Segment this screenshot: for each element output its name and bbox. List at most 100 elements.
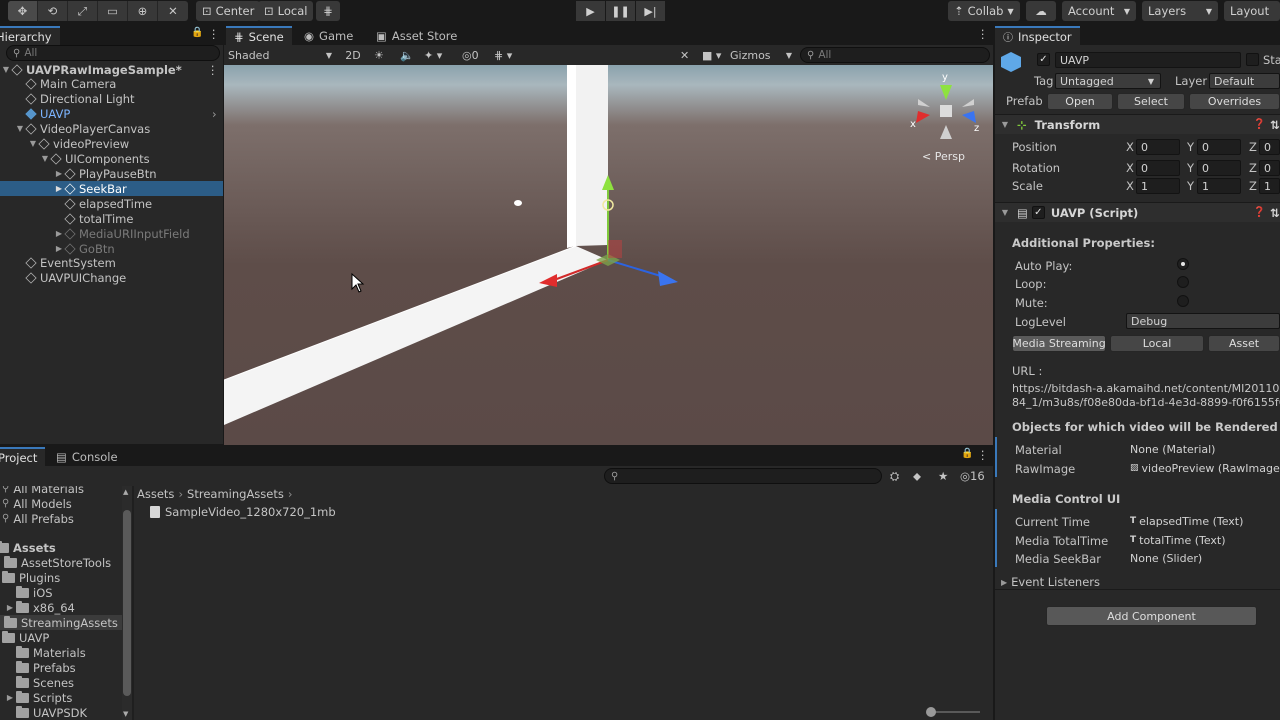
- help-icon[interactable]: ❓: [1253, 119, 1265, 130]
- scroll-up-icon[interactable]: ▲: [123, 488, 128, 496]
- rect-tool-icon[interactable]: ▭: [98, 1, 128, 21]
- tab-inspector[interactable]: ⓘ Inspector: [995, 26, 1080, 45]
- folder-scenes[interactable]: Scenes: [16, 675, 74, 690]
- hierarchy-item-videopreview[interactable]: ▼ videoPreview: [0, 136, 223, 151]
- auto-play-toggle[interactable]: [1177, 258, 1189, 270]
- project-search-input[interactable]: ⚲: [604, 468, 882, 484]
- folder-x86-64[interactable]: ▶ x86_64: [4, 600, 75, 615]
- chevron-right-icon[interactable]: ›: [212, 107, 217, 121]
- prefab-select-button[interactable]: Select: [1117, 93, 1185, 110]
- hierarchy-item-gobtn[interactable]: ▶ GoBtn: [0, 241, 223, 256]
- folder-uavp[interactable]: UAVP: [2, 630, 49, 645]
- loop-toggle[interactable]: [1177, 276, 1189, 288]
- help-icon[interactable]: ❓: [1253, 207, 1265, 218]
- hierarchy-item-seekbar[interactable]: ▶ SeekBar: [0, 181, 223, 196]
- grid-dropdown-icon[interactable]: ⋕ ▾: [494, 46, 512, 64]
- breadcrumb-streamingassets[interactable]: StreamingAssets: [187, 487, 284, 501]
- tab-asset[interactable]: Asset: [1208, 335, 1280, 352]
- settings-icon[interactable]: ⇅: [1270, 206, 1280, 220]
- layers-dropdown[interactable]: Layers ▼: [1142, 1, 1218, 21]
- prefab-open-button[interactable]: Open: [1047, 93, 1113, 110]
- gizmo-z-cone[interactable]: [962, 111, 976, 123]
- favorite-all-prefabs[interactable]: ⚲ All Prefabs: [2, 511, 74, 526]
- current-time-field[interactable]: T elapsedTime (Text): [1126, 513, 1280, 529]
- layer-dropdown[interactable]: Default: [1209, 73, 1280, 89]
- layout-dropdown[interactable]: Layout: [1224, 1, 1280, 21]
- settings-icon[interactable]: ⇅: [1270, 118, 1280, 132]
- hierarchy-item-uicomponents[interactable]: ▼ UIComponents: [0, 151, 223, 166]
- rotate-tool-icon[interactable]: ⟲: [38, 1, 68, 21]
- media-seekbar-field[interactable]: None (Slider): [1126, 550, 1280, 566]
- prefab-overrides-button[interactable]: Overrides: [1189, 93, 1280, 110]
- folder-materials[interactable]: Materials: [16, 645, 86, 660]
- scene-viewport[interactable]: y x z < Persp: [224, 65, 993, 448]
- audio-toggle-icon[interactable]: 🔈: [400, 46, 414, 64]
- position-x-field[interactable]: 0: [1136, 139, 1180, 155]
- log-level-dropdown[interactable]: Debug: [1126, 313, 1280, 329]
- hierarchy-item-videoplayercanvas[interactable]: ▼ VideoPlayerCanvas: [0, 121, 223, 136]
- gizmo-neg-y-cone[interactable]: [940, 125, 952, 139]
- lighting-toggle-icon[interactable]: ☀: [374, 46, 384, 64]
- favorite-all-models[interactable]: ⚲ All Models: [2, 496, 72, 511]
- transform-tool-icon[interactable]: ⊕: [128, 1, 158, 21]
- favorite-star-icon[interactable]: ★: [938, 469, 948, 483]
- move-tool-icon[interactable]: ✥: [8, 1, 38, 21]
- search-by-type-icon[interactable]: ⛭: [890, 469, 899, 484]
- hierarchy-item-eventsystem[interactable]: EventSystem: [0, 255, 223, 270]
- position-y-field[interactable]: 0: [1197, 139, 1241, 155]
- tools-icon[interactable]: ✕: [680, 46, 689, 64]
- rotation-y-field[interactable]: 0: [1197, 160, 1241, 176]
- breadcrumb-assets[interactable]: Assets: [137, 487, 174, 501]
- url-text-area[interactable]: https://bitdash-a.akamaihd.net/content/M…: [1012, 382, 1280, 410]
- orientation-gizmo[interactable]: y x z: [910, 72, 979, 139]
- slider-thumb[interactable]: [926, 707, 936, 717]
- folder-uavpsdk[interactable]: UAVPSDK: [16, 705, 87, 720]
- script-header[interactable]: ▼ ▤ ✓ UAVP (Script) ❓ ⇅: [995, 202, 1280, 222]
- transform-header[interactable]: ▼ ⊹ Transform ❓ ⇅: [995, 114, 1280, 134]
- hierarchy-item-elapsedtime[interactable]: elapsedTime: [0, 196, 223, 211]
- gizmo-x-cone[interactable]: [916, 111, 930, 123]
- hierarchy-item-uavp[interactable]: UAVP ›: [0, 106, 223, 121]
- active-checkbox[interactable]: ✓: [1037, 53, 1050, 66]
- kebab-menu-icon[interactable]: ⋮: [207, 63, 219, 77]
- folder-scripts[interactable]: ▶ Scripts: [4, 690, 72, 705]
- account-dropdown[interactable]: Account ▼: [1062, 1, 1136, 21]
- scale-x-field[interactable]: 1: [1136, 178, 1180, 194]
- hidden-packages-button[interactable]: ◎16: [960, 469, 985, 483]
- tab-console[interactable]: ▤ Console: [48, 447, 126, 466]
- pivot-toggle-button[interactable]: ⊡ Center: [196, 1, 261, 21]
- scale-y-field[interactable]: 1: [1197, 178, 1241, 194]
- scene-search-input[interactable]: ⚲ All: [800, 47, 990, 63]
- hidden-objects-button[interactable]: ◎ 0: [462, 46, 479, 64]
- scroll-down-icon[interactable]: ▼: [123, 710, 128, 718]
- position-z-field[interactable]: 0: [1259, 139, 1280, 155]
- script-enabled-checkbox[interactable]: ✓: [1031, 206, 1045, 219]
- hierarchy-item-main-camera[interactable]: Main Camera: [0, 76, 223, 91]
- effects-dropdown-icon[interactable]: ✦ ▾: [424, 46, 442, 64]
- z-axis-arrow[interactable]: [658, 271, 678, 286]
- grid-snap-button[interactable]: ⋕: [316, 1, 340, 21]
- chevron-right-icon[interactable]: ▶: [4, 693, 16, 702]
- raw-image-field[interactable]: ▨ videoPreview (RawImage): [1126, 460, 1280, 476]
- scene-root-item[interactable]: ▼ UAVPRawImageSample* ⋮: [0, 62, 223, 77]
- static-checkbox[interactable]: [1246, 53, 1259, 66]
- search-by-label-icon[interactable]: ⬥: [913, 469, 921, 484]
- object-name-field[interactable]: UAVP: [1055, 52, 1241, 68]
- gizmo-center-cube[interactable]: [940, 105, 952, 117]
- chevron-right-icon[interactable]: ▶: [4, 603, 16, 612]
- collab-dropdown[interactable]: ⇡ Collab ▼: [948, 1, 1020, 21]
- tab-media-streaming[interactable]: Media Streaming: [1012, 335, 1106, 352]
- lock-icon[interactable]: 🔒: [191, 27, 203, 38]
- scrollbar-thumb[interactable]: [123, 510, 131, 696]
- play-button[interactable]: ▶: [576, 1, 605, 21]
- tab-scene[interactable]: ⋕ Scene: [226, 26, 292, 45]
- rotation-x-field[interactable]: 0: [1136, 160, 1180, 176]
- hierarchy-item-uavpuichange[interactable]: UAVPUIChange: [0, 270, 223, 285]
- gizmo-y-cone[interactable]: [940, 85, 952, 100]
- tab-local[interactable]: Local: [1110, 335, 1204, 352]
- favorite-all-materials[interactable]: ⚲ All Materials: [2, 486, 84, 496]
- kebab-menu-icon[interactable]: ⋮: [977, 27, 989, 41]
- tab-asset-store[interactable]: ▣ Asset Store: [368, 26, 465, 45]
- space-toggle-button[interactable]: ⊡ Local: [258, 1, 314, 21]
- add-component-button[interactable]: Add Component: [1046, 606, 1257, 626]
